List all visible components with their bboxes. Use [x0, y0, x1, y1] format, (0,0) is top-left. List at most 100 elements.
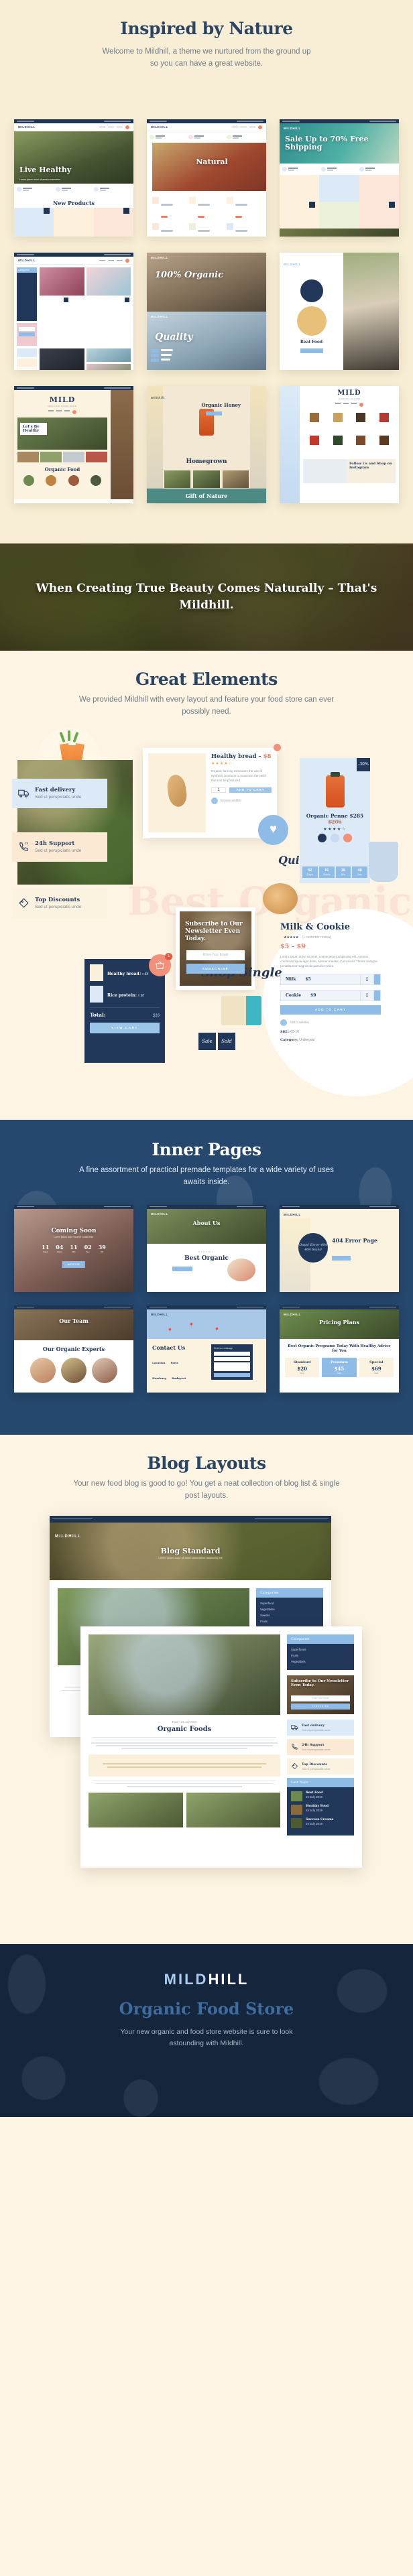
wishlist-row[interactable]: Browse wishlist	[211, 797, 272, 804]
heart-icon-large[interactable]: ♥	[258, 814, 288, 845]
instagram-promo[interactable]: Follow Us and Shop on Instagram	[303, 459, 396, 483]
hero-image: MILDHILL About Us	[147, 1208, 266, 1244]
close-icon[interactable]	[274, 743, 281, 751]
message-field[interactable]	[214, 1362, 250, 1371]
sale-badge	[64, 298, 69, 302]
variant-qty: 0	[360, 974, 373, 984]
category-sidebar[interactable]: Categories	[17, 267, 37, 346]
cart-item-price: 1 x $8	[135, 994, 145, 999]
name-field[interactable]	[214, 1351, 250, 1356]
blog-single-card[interactable]: Food / 15 July 2019 Organic Foods Catego…	[80, 1626, 362, 1868]
subscribe-button[interactable]: SUBSCRIBE	[291, 1703, 350, 1710]
inner-thumb-our-team[interactable]: Our Team Our Organic Experts	[14, 1305, 133, 1393]
email-field[interactable]: Enter Your Email	[186, 950, 245, 960]
contact-form[interactable]: Send us a message	[211, 1344, 253, 1380]
inner-thumb-pricing[interactable]: MILDHILL Pricing Plans Best Organic Prog…	[280, 1305, 399, 1393]
widget-item[interactable]: Superfoods	[291, 1648, 350, 1651]
cart-total: Total: $16	[90, 1012, 160, 1018]
widget-item[interactable]: Superfood	[260, 1602, 319, 1605]
map[interactable]: MILDHILL 📍 📍 📍	[147, 1309, 266, 1339]
category-tiles[interactable]	[17, 452, 107, 462]
last-post-item[interactable]: Healthy Food 15 July 2019	[291, 1804, 350, 1815]
action-icons[interactable]	[300, 833, 370, 842]
send-button[interactable]	[214, 1372, 250, 1377]
demo-thumb-mild[interactable]: MILD ORGANIC FOOD SHOP Let's Be Healthy …	[14, 386, 133, 503]
info-card-support[interactable]: 24 24h Support Sed ut perspiciatis unde	[12, 832, 107, 862]
demo-thumb-natural[interactable]: MILDHILL Natural	[147, 119, 266, 237]
post-tiles[interactable]	[151, 470, 262, 488]
pricing-plans[interactable]: Standard $20 Daily Premium $45 Daily Spe…	[285, 1357, 394, 1377]
read-more-button[interactable]	[172, 1266, 192, 1271]
widget-fast-delivery[interactable]: Fast delivery Sed ut perspiciatis unde	[287, 1719, 354, 1736]
add-to-cart-button[interactable]: ADD TO CART	[229, 787, 272, 793]
post-gallery[interactable]	[88, 1792, 280, 1827]
nav-links[interactable]	[17, 410, 107, 414]
widget-item[interactable]: Fruits	[260, 1620, 319, 1623]
info-card-title: Fast delivery	[35, 787, 76, 794]
product-grid[interactable]	[303, 411, 396, 456]
widget-newsletter[interactable]: Subscribe to Our Newsletter Even Today. …	[287, 1675, 354, 1714]
widget-support[interactable]: 24h Support Sed ut perspiciatis unde	[287, 1738, 354, 1755]
email-field[interactable]: Enter Your Email	[291, 1695, 350, 1701]
wishlist-row[interactable]: Add to wishlist	[280, 1019, 404, 1026]
variant-row[interactable]: Milk $5 0	[280, 973, 381, 985]
team-avatars[interactable]	[19, 1357, 128, 1383]
inner-thumb-404[interactable]: MILDHILL Oops! Error 404 404 found 404 E…	[280, 1204, 399, 1292]
demo-thumb-real-food[interactable]: MILDHILL Real Food	[280, 253, 399, 370]
email-field[interactable]	[214, 1356, 250, 1361]
subscribe-button[interactable]: SUBSCRIBE	[186, 963, 245, 974]
swatch-group[interactable]: Sale Sold	[198, 1032, 235, 1050]
info-card-discounts[interactable]: Top Discounts Sed ut perspiciatis unde	[12, 888, 107, 918]
quantity-stepper[interactable]: 1	[211, 787, 226, 793]
demo-thumb-mild-blue[interactable]: MILD organic farm since 1993 Follow Us a…	[280, 386, 399, 503]
cta-button[interactable]	[300, 348, 323, 353]
nav-links[interactable]	[99, 125, 129, 129]
product-grid[interactable]	[17, 475, 107, 493]
add-to-cart-button[interactable]: ADD TO CART	[280, 1005, 381, 1015]
widget-item[interactable]: Fruits	[291, 1654, 350, 1657]
product-grid[interactable]	[40, 298, 131, 320]
go-home-button[interactable]	[332, 1255, 351, 1261]
widget-item[interactable]: Vegetables	[291, 1660, 350, 1663]
inner-thumb-coming-soon[interactable]: Coming Soon Lorem ipsum dolor sit amet c…	[14, 1204, 133, 1292]
countdown-product-card[interactable]: -30% Organic Penne $285 $205 $60 / kg ★★…	[300, 757, 370, 883]
widget-item[interactable]: Vegetables	[260, 1608, 319, 1611]
nav-links[interactable]	[99, 258, 129, 263]
nav-links[interactable]	[232, 125, 262, 129]
product-card	[327, 411, 350, 434]
widget-categories[interactable]: Categories Superfood Vegetables Sweets F…	[256, 1588, 323, 1630]
promo-banner[interactable]: Everyday Fresh	[280, 229, 399, 237]
promo-tiles[interactable]	[40, 267, 131, 296]
cart-icon	[359, 403, 363, 407]
slide-labels[interactable]	[151, 349, 173, 363]
variant-price: $5	[305, 976, 311, 982]
cta-button[interactable]	[206, 411, 222, 415]
brand-logo: MILDHILL	[18, 125, 36, 129]
cart-bubble[interactable]: 1	[149, 952, 172, 976]
widget-item[interactable]: Sweets	[260, 1614, 319, 1617]
inner-thumb-contact[interactable]: MILDHILL 📍 📍 📍 Contact Us Location Paris…	[147, 1305, 266, 1393]
demo-thumb-live-healthy[interactable]: MILDHILL Live Healthy Lorem ipsum dolor …	[14, 119, 133, 237]
notify-button[interactable]: NOTIFY ME	[62, 1261, 86, 1268]
info-card-fast-delivery[interactable]: Fast delivery Sed ut perspiciatis unde	[12, 778, 107, 808]
widget-discounts[interactable]: Top Discounts Sed ut perspiciatis unde	[287, 1758, 354, 1775]
demo-thumb-organic[interactable]: MILDHILL 100% Organic MILDHILL Quality	[147, 253, 266, 370]
quantity-row[interactable]: 1 ADD TO CART	[211, 787, 272, 793]
widget-categories[interactable]: Categories Superfoods Fruits Vegetables	[287, 1634, 354, 1670]
quick-view-card[interactable]: Healthy bread – $8 ★★★★☆ Organic farming…	[143, 743, 281, 838]
view-cart-button[interactable]: VIEW CART	[90, 1022, 160, 1033]
variant-row[interactable]: Cookie $9 0	[280, 989, 381, 1001]
price-range: $5 – $9	[280, 942, 306, 950]
product-grid[interactable]	[280, 175, 399, 229]
demo-thumb-sale[interactable]: MILDHILL Sale Up to 70% Free Shipping Ev…	[280, 119, 399, 237]
inner-thumb-about-us[interactable]: MILDHILL About Us ORGANIC Best Organic	[147, 1204, 266, 1292]
product-grid[interactable]	[14, 208, 133, 237]
last-post-item[interactable]: Success Creams 15 July 2019	[291, 1817, 350, 1828]
hero-heading: Natural	[196, 157, 228, 166]
demo-thumb-homegrown[interactable]: Mildhill Organic Honey Homegrown Gift of…	[147, 386, 266, 503]
last-post-item[interactable]: Best Food 15 July 2019	[291, 1791, 350, 1801]
demo-thumb-black-friday[interactable]: MILDHILL Categories	[14, 253, 133, 370]
widget-last-posts[interactable]: Last Posts Best Food 15 July 2019 Healthy…	[287, 1777, 354, 1836]
nav-links[interactable]	[303, 403, 396, 407]
brand-logo: MILDHILL	[18, 259, 36, 262]
